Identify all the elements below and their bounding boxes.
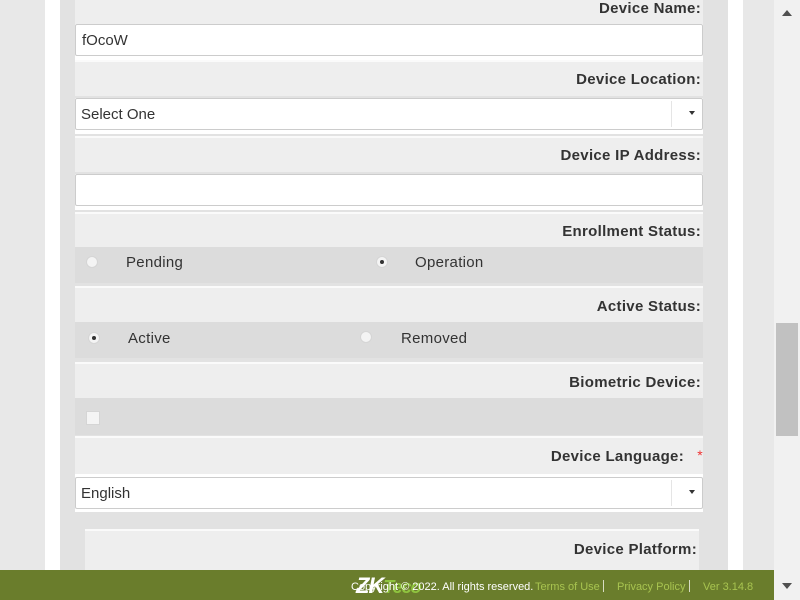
scroll-up-arrow-icon[interactable] [782,10,792,16]
biometric-device-row [75,398,703,435]
device-language-label-row: Device Language: * [75,436,703,474]
device-location-dropdown-button[interactable] [672,99,702,129]
chevron-down-icon [689,490,695,494]
footer: ZKTeco Copyright © 2022. All rights rese… [0,570,800,600]
terms-of-use-link[interactable]: Terms of Use [535,581,600,593]
enrollment-status-label-row: Enrollment Status: [75,212,703,248]
device-name-row [75,24,703,60]
biometric-device-label-row: Biometric Device: [75,362,703,398]
device-name-label: Device Name: [599,0,701,17]
device-language-select[interactable]: English [75,477,703,509]
footer-divider [603,580,604,592]
enrollment-status-label: Enrollment Status: [562,223,701,240]
version-text: Ver 3.14.8 [703,581,754,593]
enrollment-pending-label[interactable]: Pending [126,254,183,271]
enrollment-operation-label[interactable]: Operation [415,254,484,271]
privacy-policy-link[interactable]: Privacy Policy [617,581,685,593]
device-language-value: English [81,485,131,502]
device-location-row: Select One [75,98,703,134]
removed-label[interactable]: Removed [401,330,467,347]
scroll-down-arrow-icon[interactable] [782,583,792,589]
biometric-device-label: Biometric Device: [569,374,701,391]
device-name-label-row: Device Name: [75,0,703,24]
device-language-label: Device Language: [550,448,684,465]
device-location-label-row: Device Location: [75,60,703,96]
chevron-down-icon [689,111,695,115]
device-location-value: Select One [81,106,156,123]
enrollment-operation-radio[interactable] [376,256,388,268]
removed-radio[interactable] [360,331,372,343]
device-location-label: Device Location: [576,71,701,88]
device-language-row: English [75,474,703,512]
device-platform-label: Device Platform: [573,541,697,558]
device-name-input[interactable] [75,24,703,56]
active-status-options: Active Removed [75,322,703,358]
enrollment-status-options: Pending Operation [75,247,703,283]
active-status-label-row: Active Status: [75,286,703,322]
active-status-label: Active Status: [596,298,701,315]
device-location-select[interactable]: Select One [75,98,703,130]
scrollbar-thumb[interactable] [776,323,798,436]
device-ip-row [75,174,703,210]
required-asterisk: * [697,447,703,463]
biometric-device-checkbox[interactable] [86,411,100,425]
enrollment-pending-radio[interactable] [86,256,98,268]
copyright-text: Copyright © 2022. All rights reserved. [351,581,534,593]
scrollbar[interactable] [774,0,800,600]
active-radio[interactable] [88,332,100,344]
device-ip-label-row: Device IP Address: [75,136,703,172]
device-platform-label-row: Device Platform: [85,529,699,570]
device-language-dropdown-button[interactable] [672,478,702,508]
device-ip-input[interactable] [75,174,703,206]
device-ip-label: Device IP Address: [560,147,701,164]
active-label[interactable]: Active [128,330,171,347]
footer-divider [689,580,690,592]
